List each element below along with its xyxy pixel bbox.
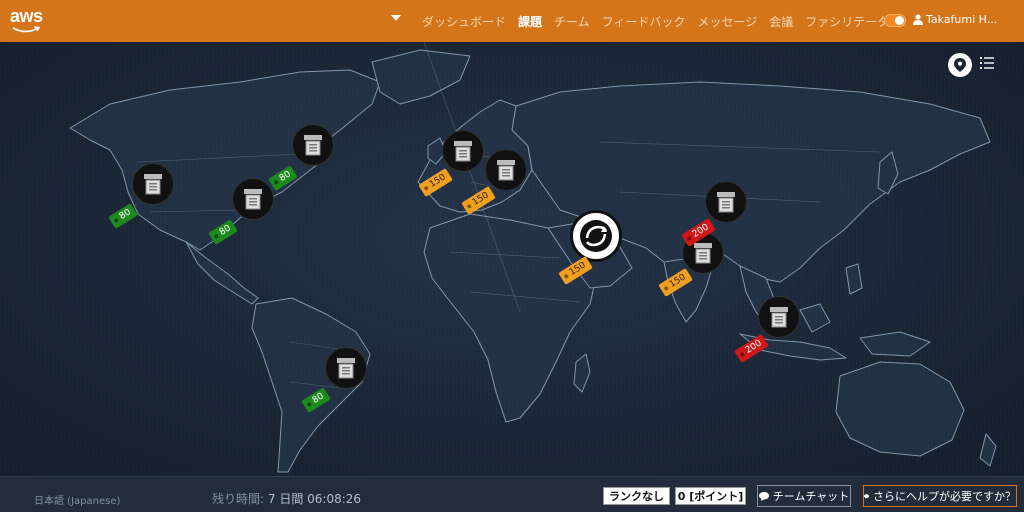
challenge-marker[interactable] — [292, 124, 334, 166]
challenge-marker[interactable] — [232, 178, 274, 220]
map-pin-icon — [954, 58, 966, 72]
featured-challenge-marker[interactable] — [570, 210, 622, 262]
user-name: Takafumi H... — [926, 13, 998, 26]
server-stack-icon — [694, 243, 712, 264]
server-stack-icon — [454, 141, 472, 162]
timer-label: 残り時間: — [212, 492, 265, 506]
challenge-marker[interactable] — [132, 163, 174, 205]
top-bar: aws ダッシュボード 課題 チーム フィードバック メッセージ 会議 ファシリ… — [0, 0, 1024, 42]
nav-dashboard[interactable]: ダッシュボード — [422, 13, 506, 30]
world-map[interactable]: 80 80 80 80 150 150 150 150 200 200 — [0, 42, 1024, 476]
list-icon[interactable] — [980, 56, 994, 70]
chat-bubble-icon — [864, 493, 869, 499]
nav-challenges[interactable]: 課題 — [518, 13, 542, 30]
logo-text: aws — [10, 6, 43, 26]
nav-messages[interactable]: メッセージ — [697, 13, 757, 30]
language-selector[interactable]: 日本語 (Japanese) — [34, 492, 120, 507]
map-scanline-overlay — [0, 42, 1024, 476]
map-view-button[interactable] — [948, 53, 972, 77]
help-label: さらにヘルプが必要ですか？ — [873, 490, 1016, 503]
timer-value: 7 日間 06:08:26 — [267, 492, 362, 506]
challenge-marker[interactable] — [758, 296, 800, 338]
help-button[interactable]: さらにヘルプが必要ですか？ — [863, 485, 1017, 507]
toggle-knob — [895, 16, 904, 25]
server-stack-icon — [497, 160, 515, 181]
aws-logo[interactable]: aws — [8, 6, 48, 36]
main-nav: ダッシュボード 課題 チーム フィードバック メッセージ 会議 ファシリテーター — [422, 0, 913, 42]
chat-bubble-icon — [758, 491, 769, 501]
refresh-swirl-icon — [580, 220, 612, 252]
nav-feedback[interactable]: フィードバック — [602, 13, 686, 30]
challenge-marker[interactable] — [442, 130, 484, 172]
user-icon — [913, 14, 923, 25]
footer-bar: 日本語 (Japanese) 残り時間: 7 日間 06:08:26 ランクなし… — [0, 476, 1024, 512]
challenge-marker[interactable] — [485, 149, 527, 191]
challenge-marker[interactable] — [705, 181, 747, 223]
server-stack-icon — [304, 135, 322, 156]
team-chat-button[interactable]: チームチャット — [757, 485, 851, 507]
nav-meetings[interactable]: 会議 — [769, 13, 793, 30]
smile-arrow-icon — [12, 26, 40, 33]
points-badge: 0 [ポイント] — [675, 487, 746, 505]
server-stack-icon — [770, 307, 788, 328]
server-stack-icon — [337, 358, 355, 379]
user-menu[interactable]: Takafumi H... — [913, 13, 997, 26]
server-stack-icon — [244, 189, 262, 210]
event-dropdown-caret-icon[interactable] — [391, 15, 401, 21]
challenge-marker[interactable] — [325, 347, 367, 389]
server-stack-icon — [144, 174, 162, 195]
nav-team[interactable]: チーム — [554, 13, 590, 30]
rank-badge: ランクなし — [603, 487, 670, 505]
time-remaining: 残り時間: 7 日間 06:08:26 — [212, 490, 361, 507]
team-chat-label: チームチャット — [772, 490, 850, 503]
theme-toggle[interactable] — [884, 14, 906, 27]
server-stack-icon — [717, 192, 735, 213]
